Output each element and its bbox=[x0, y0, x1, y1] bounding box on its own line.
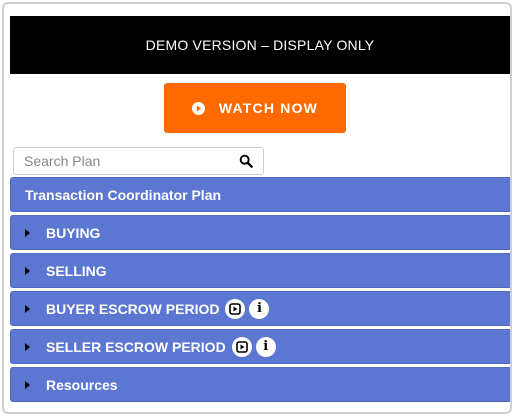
caret-right-icon bbox=[25, 228, 30, 237]
section-buyer-escrow-period[interactable]: BUYER ESCROW PERIOD i bbox=[10, 291, 510, 326]
section-buying[interactable]: BUYING bbox=[10, 215, 510, 250]
watch-now-button[interactable]: WATCH NOW bbox=[164, 83, 346, 133]
plan-title: Transaction Coordinator Plan bbox=[25, 186, 222, 203]
video-icon[interactable] bbox=[225, 298, 246, 319]
search-input[interactable] bbox=[14, 148, 234, 174]
caret-right-icon bbox=[25, 304, 30, 313]
search-icon[interactable] bbox=[239, 154, 253, 168]
info-icon[interactable]: i bbox=[255, 336, 276, 357]
caret-right-icon bbox=[25, 266, 30, 275]
section-label: SELLER ESCROW PERIOD bbox=[46, 338, 226, 355]
plan-sections: Transaction Coordinator Plan BUYING SELL… bbox=[10, 177, 510, 405]
section-seller-escrow-period[interactable]: SELLER ESCROW PERIOD i bbox=[10, 329, 510, 364]
watch-now-label: WATCH NOW bbox=[218, 100, 319, 116]
caret-right-icon bbox=[25, 342, 30, 351]
demo-banner-text: DEMO VERSION – DISPLAY ONLY bbox=[145, 37, 375, 53]
section-resources[interactable]: Resources bbox=[10, 367, 510, 402]
search-box bbox=[13, 147, 264, 175]
info-icon[interactable]: i bbox=[249, 298, 270, 319]
section-selling[interactable]: SELLING bbox=[10, 253, 510, 288]
demo-banner: DEMO VERSION – DISPLAY ONLY bbox=[10, 16, 510, 74]
play-circle-icon bbox=[191, 101, 205, 115]
section-label: Resources bbox=[46, 376, 118, 393]
section-label: BUYING bbox=[46, 224, 101, 241]
video-icon[interactable] bbox=[231, 336, 252, 357]
section-label: BUYER ESCROW PERIOD bbox=[46, 300, 220, 317]
caret-right-icon bbox=[25, 380, 30, 389]
plan-title-row: Transaction Coordinator Plan bbox=[10, 177, 510, 212]
section-label: SELLING bbox=[46, 262, 107, 279]
plan-widget: DEMO VERSION – DISPLAY ONLY WATCH NOW Tr… bbox=[2, 2, 512, 414]
